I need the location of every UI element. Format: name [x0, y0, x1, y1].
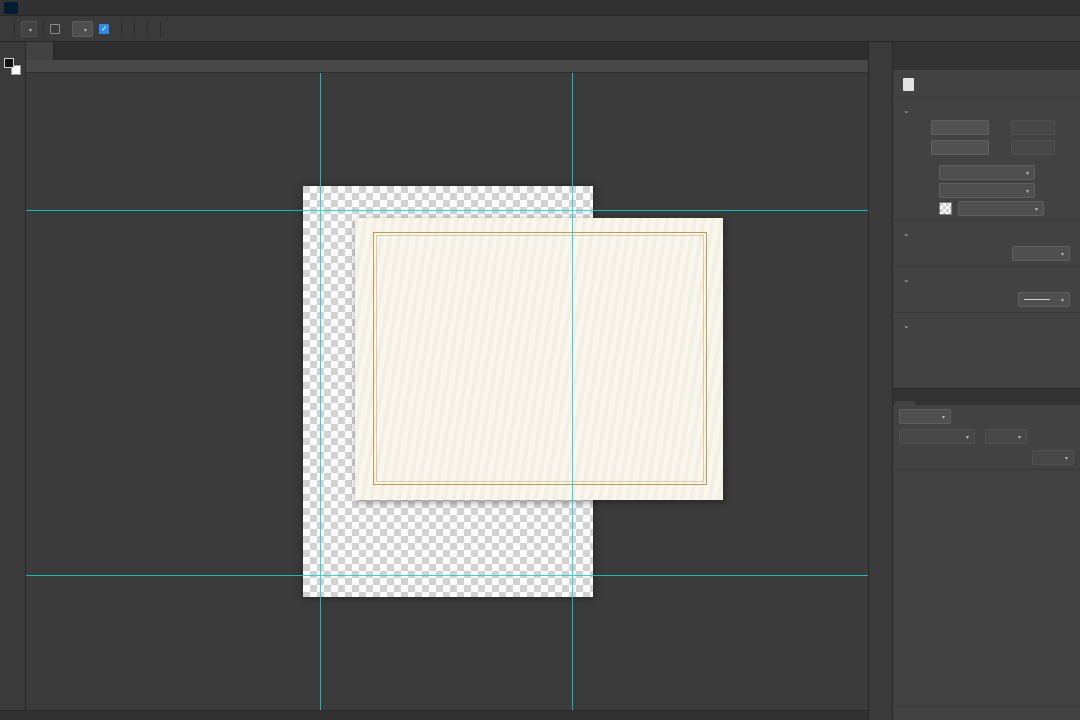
auto-select-target-select[interactable]: [72, 20, 94, 37]
chevron-down-icon: [1026, 186, 1029, 195]
guides-section-header[interactable]: [903, 271, 1070, 287]
show-transform-controls-checkbox[interactable]: [99, 23, 110, 34]
auto-select-checkbox[interactable]: [50, 23, 61, 34]
blend-mode-select[interactable]: [899, 429, 975, 444]
properties-panel: [893, 42, 1080, 388]
quick-actions-section-header[interactable]: [903, 317, 1070, 333]
chevron-down-icon: [966, 432, 969, 441]
photoshop-window: { "app": { "logo": "Ps" }, "menubar": { …: [0, 0, 1080, 720]
rulers-grids-controls: [905, 246, 1070, 261]
menubar: [0, 0, 1080, 16]
guide-style-select[interactable]: [1018, 292, 1070, 307]
properties-tab-row: [893, 54, 1080, 70]
guides-controls: [905, 292, 1070, 307]
divider: [134, 20, 136, 37]
fill-transparency-swatch: [939, 202, 952, 215]
color-mode-select[interactable]: [939, 165, 1035, 180]
divider: [893, 312, 1080, 313]
chevron-down-icon: [942, 412, 945, 421]
document-tab[interactable]: [26, 42, 54, 60]
divider: [893, 220, 1080, 221]
x-field: [1011, 120, 1055, 135]
canvas-workspace[interactable]: [26, 73, 868, 710]
y-field: [1011, 140, 1055, 155]
chevron-down-icon: [84, 24, 87, 34]
lock-row: [893, 447, 1080, 470]
properties-body: [893, 70, 1080, 333]
units-select[interactable]: [1012, 246, 1070, 261]
bit-depth-select[interactable]: [939, 183, 1035, 198]
certificate-artwork: [355, 218, 723, 500]
opacity-select[interactable]: [985, 429, 1027, 444]
layer-fill-select[interactable]: [1032, 450, 1074, 465]
divider: [893, 266, 1080, 267]
vertical-guide[interactable]: [572, 73, 573, 710]
horizontal-guide[interactable]: [26, 575, 868, 576]
layers-tab-row: [893, 389, 1080, 405]
divider: [14, 20, 15, 37]
chevron-down-icon: [1018, 432, 1021, 441]
chevron-down-icon: [903, 105, 910, 115]
chevron-down-icon: [29, 24, 32, 34]
chevron-down-icon: [1061, 249, 1064, 258]
chevron-down-icon: [1026, 168, 1029, 177]
document-type-row: [903, 75, 1070, 93]
chevron-down-icon: [903, 274, 910, 284]
tools-panel: [0, 42, 26, 710]
blend-mode-row: [893, 427, 1080, 447]
chevron-down-icon: [1061, 295, 1064, 304]
divider: [147, 20, 149, 37]
canvas-section-header[interactable]: [903, 102, 1070, 118]
photoshop-logo: [4, 1, 18, 14]
divider: [893, 97, 1080, 98]
options-bar: [0, 16, 1080, 42]
chevron-down-icon: [903, 228, 910, 238]
guide-line-style-swatch: [1024, 299, 1050, 300]
divider: [121, 20, 123, 37]
height-field[interactable]: [931, 140, 989, 155]
foreground-color-swatch[interactable]: [4, 58, 14, 68]
layers-panel: [893, 388, 1080, 720]
layer-filter-kind-select[interactable]: [899, 409, 951, 424]
tool-preset-picker[interactable]: [21, 20, 38, 37]
rulers-grids-section-header[interactable]: [903, 225, 1070, 241]
certificate-content: [355, 218, 723, 500]
layers-filter-row: [893, 405, 1080, 427]
document-tabbar: [26, 42, 868, 60]
chevron-down-icon: [1035, 204, 1038, 213]
status-bar: [0, 710, 868, 720]
canvas-size-fields: [903, 120, 1070, 155]
color-swatches[interactable]: [4, 58, 21, 75]
collapsed-panel-dock: [868, 42, 893, 720]
ruler[interactable]: [26, 60, 868, 73]
divider: [160, 20, 162, 37]
canvas-fill-select[interactable]: [958, 201, 1044, 216]
horizontal-guide[interactable]: [26, 210, 868, 211]
divider: [43, 20, 45, 37]
chevron-down-icon: [903, 320, 910, 330]
document-icon: [903, 77, 914, 91]
layers-footer: [893, 706, 1080, 720]
width-field[interactable]: [931, 120, 989, 135]
panel-dock-header: [893, 42, 1080, 54]
vertical-guide[interactable]: [320, 73, 321, 710]
chevron-down-icon: [1065, 453, 1068, 462]
tab-layers[interactable]: [895, 401, 915, 405]
